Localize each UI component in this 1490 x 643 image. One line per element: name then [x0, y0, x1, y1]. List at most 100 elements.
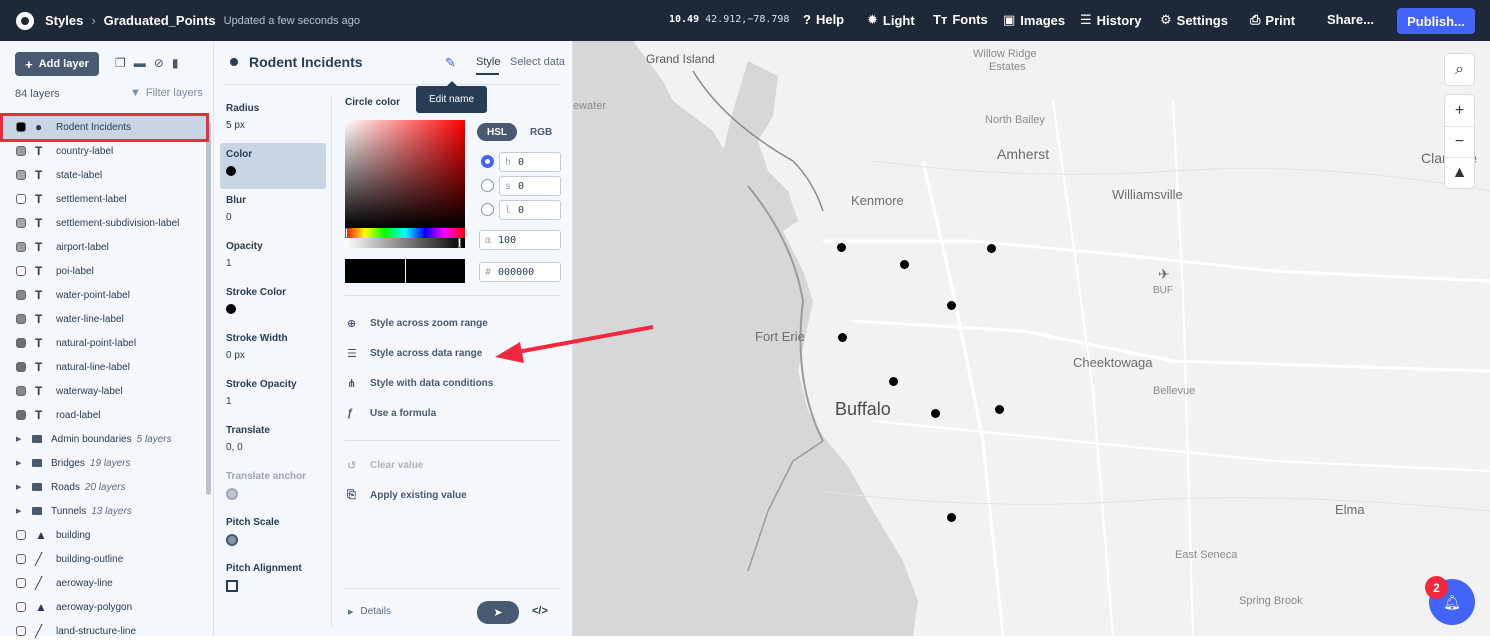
use-formula-option[interactable]: ƒ Use a formula: [347, 407, 436, 419]
layer-row[interactable]: ▶ Roads 20 layers: [0, 475, 206, 499]
details-toggle[interactable]: ▶ Details: [348, 606, 391, 617]
layer-row[interactable]: Tcountry-label: [0, 139, 206, 163]
rodent-incident-point[interactable]: [889, 377, 898, 386]
layer-row[interactable]: Twater-line-label: [0, 307, 206, 331]
property-row[interactable]: Pitch Scale: [220, 511, 326, 557]
zoom-out-button[interactable]: −: [1445, 126, 1474, 157]
tab-style[interactable]: Style: [476, 56, 500, 75]
code-view-button[interactable]: </>: [532, 605, 548, 617]
caret-right-icon[interactable]: ▶: [16, 435, 26, 443]
property-row[interactable]: Opacity 1: [220, 235, 326, 281]
layer-row[interactable]: Tsettlement-label: [0, 187, 206, 211]
layer-row[interactable]: Twaterway-label: [0, 379, 206, 403]
saturation-lightness-picker[interactable]: [345, 120, 465, 228]
hide-icon[interactable]: ⊘: [154, 56, 164, 70]
map-search-button[interactable]: ⌕: [1445, 54, 1474, 85]
layer-row[interactable]: Tnatural-line-label: [0, 355, 206, 379]
style-data-range-option[interactable]: ☰ Style across data range: [347, 347, 482, 360]
caret-right-icon[interactable]: ▶: [16, 459, 26, 467]
property-row[interactable]: Stroke Color: [220, 281, 326, 327]
layer-row[interactable]: ▲ aeroway-polygon: [0, 595, 206, 619]
apply-existing-value-button[interactable]: ⎘ Apply existing value: [347, 489, 467, 502]
zoom-in-button[interactable]: +: [1445, 95, 1474, 126]
compass-button[interactable]: ▲: [1445, 157, 1474, 188]
folder-icon[interactable]: ▬: [134, 56, 146, 70]
h-radio[interactable]: [481, 155, 494, 168]
layer-row[interactable]: ▶ Bridges 19 layers: [0, 451, 206, 475]
mapbox-logo-icon[interactable]: [16, 11, 34, 30]
light-button[interactable]: ✹ Light: [867, 12, 915, 28]
rodent-incident-point[interactable]: [837, 243, 846, 252]
layer-row[interactable]: ╱ land-structure-line: [0, 619, 206, 643]
trash-icon[interactable]: ▮: [172, 56, 179, 70]
property-row[interactable]: Stroke Width 0 px: [220, 327, 326, 373]
s-radio[interactable]: [481, 179, 494, 192]
layer-row[interactable]: ╱ building-outline: [0, 547, 206, 571]
map-canvas[interactable]: Grand Island ewater Willow Ridge Estates…: [573, 41, 1490, 636]
add-layer-button[interactable]: + Add layer: [15, 52, 99, 76]
layer-list-scrollbar[interactable]: [206, 122, 211, 495]
rodent-incident-point[interactable]: [987, 244, 996, 253]
fonts-button[interactable]: Tт Fonts: [933, 12, 988, 27]
rodent-incident-point[interactable]: [995, 405, 1004, 414]
alpha-handle[interactable]: [458, 238, 461, 248]
style-name[interactable]: Graduated_Points: [104, 13, 216, 28]
style-zoom-range-option[interactable]: ⊕ Style across zoom range: [347, 317, 488, 330]
settings-button[interactable]: ⚙ Settings: [1160, 12, 1228, 28]
h-input[interactable]: h0: [499, 152, 561, 172]
layer-row[interactable]: Tsettlement-subdivision-label: [0, 211, 206, 235]
edit-name-pencil-icon[interactable]: ✎: [445, 55, 456, 71]
history-button[interactable]: ☰ History: [1080, 12, 1141, 28]
hue-slider[interactable]: [345, 228, 465, 238]
property-row[interactable]: Pitch Alignment: [220, 557, 326, 603]
layer-color-swatch: [16, 242, 26, 252]
duplicate-icon[interactable]: ❐: [115, 56, 126, 70]
l-input[interactable]: l0: [499, 200, 561, 220]
rodent-incident-point[interactable]: [900, 260, 909, 269]
rodent-incident-point[interactable]: [838, 333, 847, 342]
caret-right-icon[interactable]: ▶: [16, 483, 26, 491]
hsl-mode-button[interactable]: HSL: [477, 123, 517, 141]
images-button[interactable]: ▣ Images: [1003, 12, 1065, 28]
property-row[interactable]: Blur 0: [220, 189, 326, 235]
property-row[interactable]: Stroke Opacity 1: [220, 373, 326, 419]
s-input[interactable]: s0: [499, 176, 561, 196]
print-button[interactable]: ⎙ Print: [1250, 12, 1295, 28]
filter-layers-button[interactable]: ▼ Filter layers: [130, 87, 203, 99]
inspect-cursor-button[interactable]: ➤: [477, 601, 519, 624]
hex-input[interactable]: #000000: [479, 262, 561, 282]
layer-row[interactable]: ▶ Admin boundaries 5 layers: [0, 427, 206, 451]
property-row[interactable]: Color: [220, 143, 326, 189]
layer-row[interactable]: Tstate-label: [0, 163, 206, 187]
layer-row[interactable]: Tnatural-point-label: [0, 331, 206, 355]
layer-row[interactable]: Tairport-label: [0, 235, 206, 259]
alpha-slider[interactable]: [345, 238, 465, 248]
help-button[interactable]: ? Help: [803, 12, 844, 27]
clear-value-button[interactable]: ↺ Clear value: [347, 459, 423, 472]
filter-label: Filter layers: [145, 87, 203, 99]
symbol-layer-icon: T: [35, 336, 43, 350]
layer-row[interactable]: Tpoi-label: [0, 259, 206, 283]
property-row[interactable]: Translate anchor: [220, 465, 326, 511]
hue-handle[interactable]: [345, 228, 348, 238]
style-data-conditions-option[interactable]: ⋔ Style with data conditions: [347, 377, 493, 390]
tab-select-data[interactable]: Select data: [510, 56, 565, 68]
rodent-incident-point[interactable]: [931, 409, 940, 418]
rodent-incident-point[interactable]: [947, 513, 956, 522]
layer-row[interactable]: ╱ aeroway-line: [0, 571, 206, 595]
rgb-mode-button[interactable]: RGB: [530, 127, 552, 138]
l-radio[interactable]: [481, 203, 494, 216]
alpha-input[interactable]: α 100: [479, 230, 561, 250]
property-color-swatch: [226, 166, 236, 176]
layer-row[interactable]: Troad-label: [0, 403, 206, 427]
property-row[interactable]: Translate 0, 0: [220, 419, 326, 465]
breadcrumb-styles[interactable]: Styles: [45, 13, 83, 28]
layer-row[interactable]: Twater-point-label: [0, 283, 206, 307]
layer-row[interactable]: ▲ building: [0, 523, 206, 547]
rodent-incident-point[interactable]: [947, 301, 956, 310]
publish-button[interactable]: Publish...: [1397, 8, 1475, 34]
property-row[interactable]: Radius 5 px: [220, 97, 326, 143]
share-button[interactable]: Share...: [1327, 12, 1374, 27]
layer-row[interactable]: ▶ Tunnels 13 layers: [0, 499, 206, 523]
caret-right-icon[interactable]: ▶: [16, 507, 26, 515]
